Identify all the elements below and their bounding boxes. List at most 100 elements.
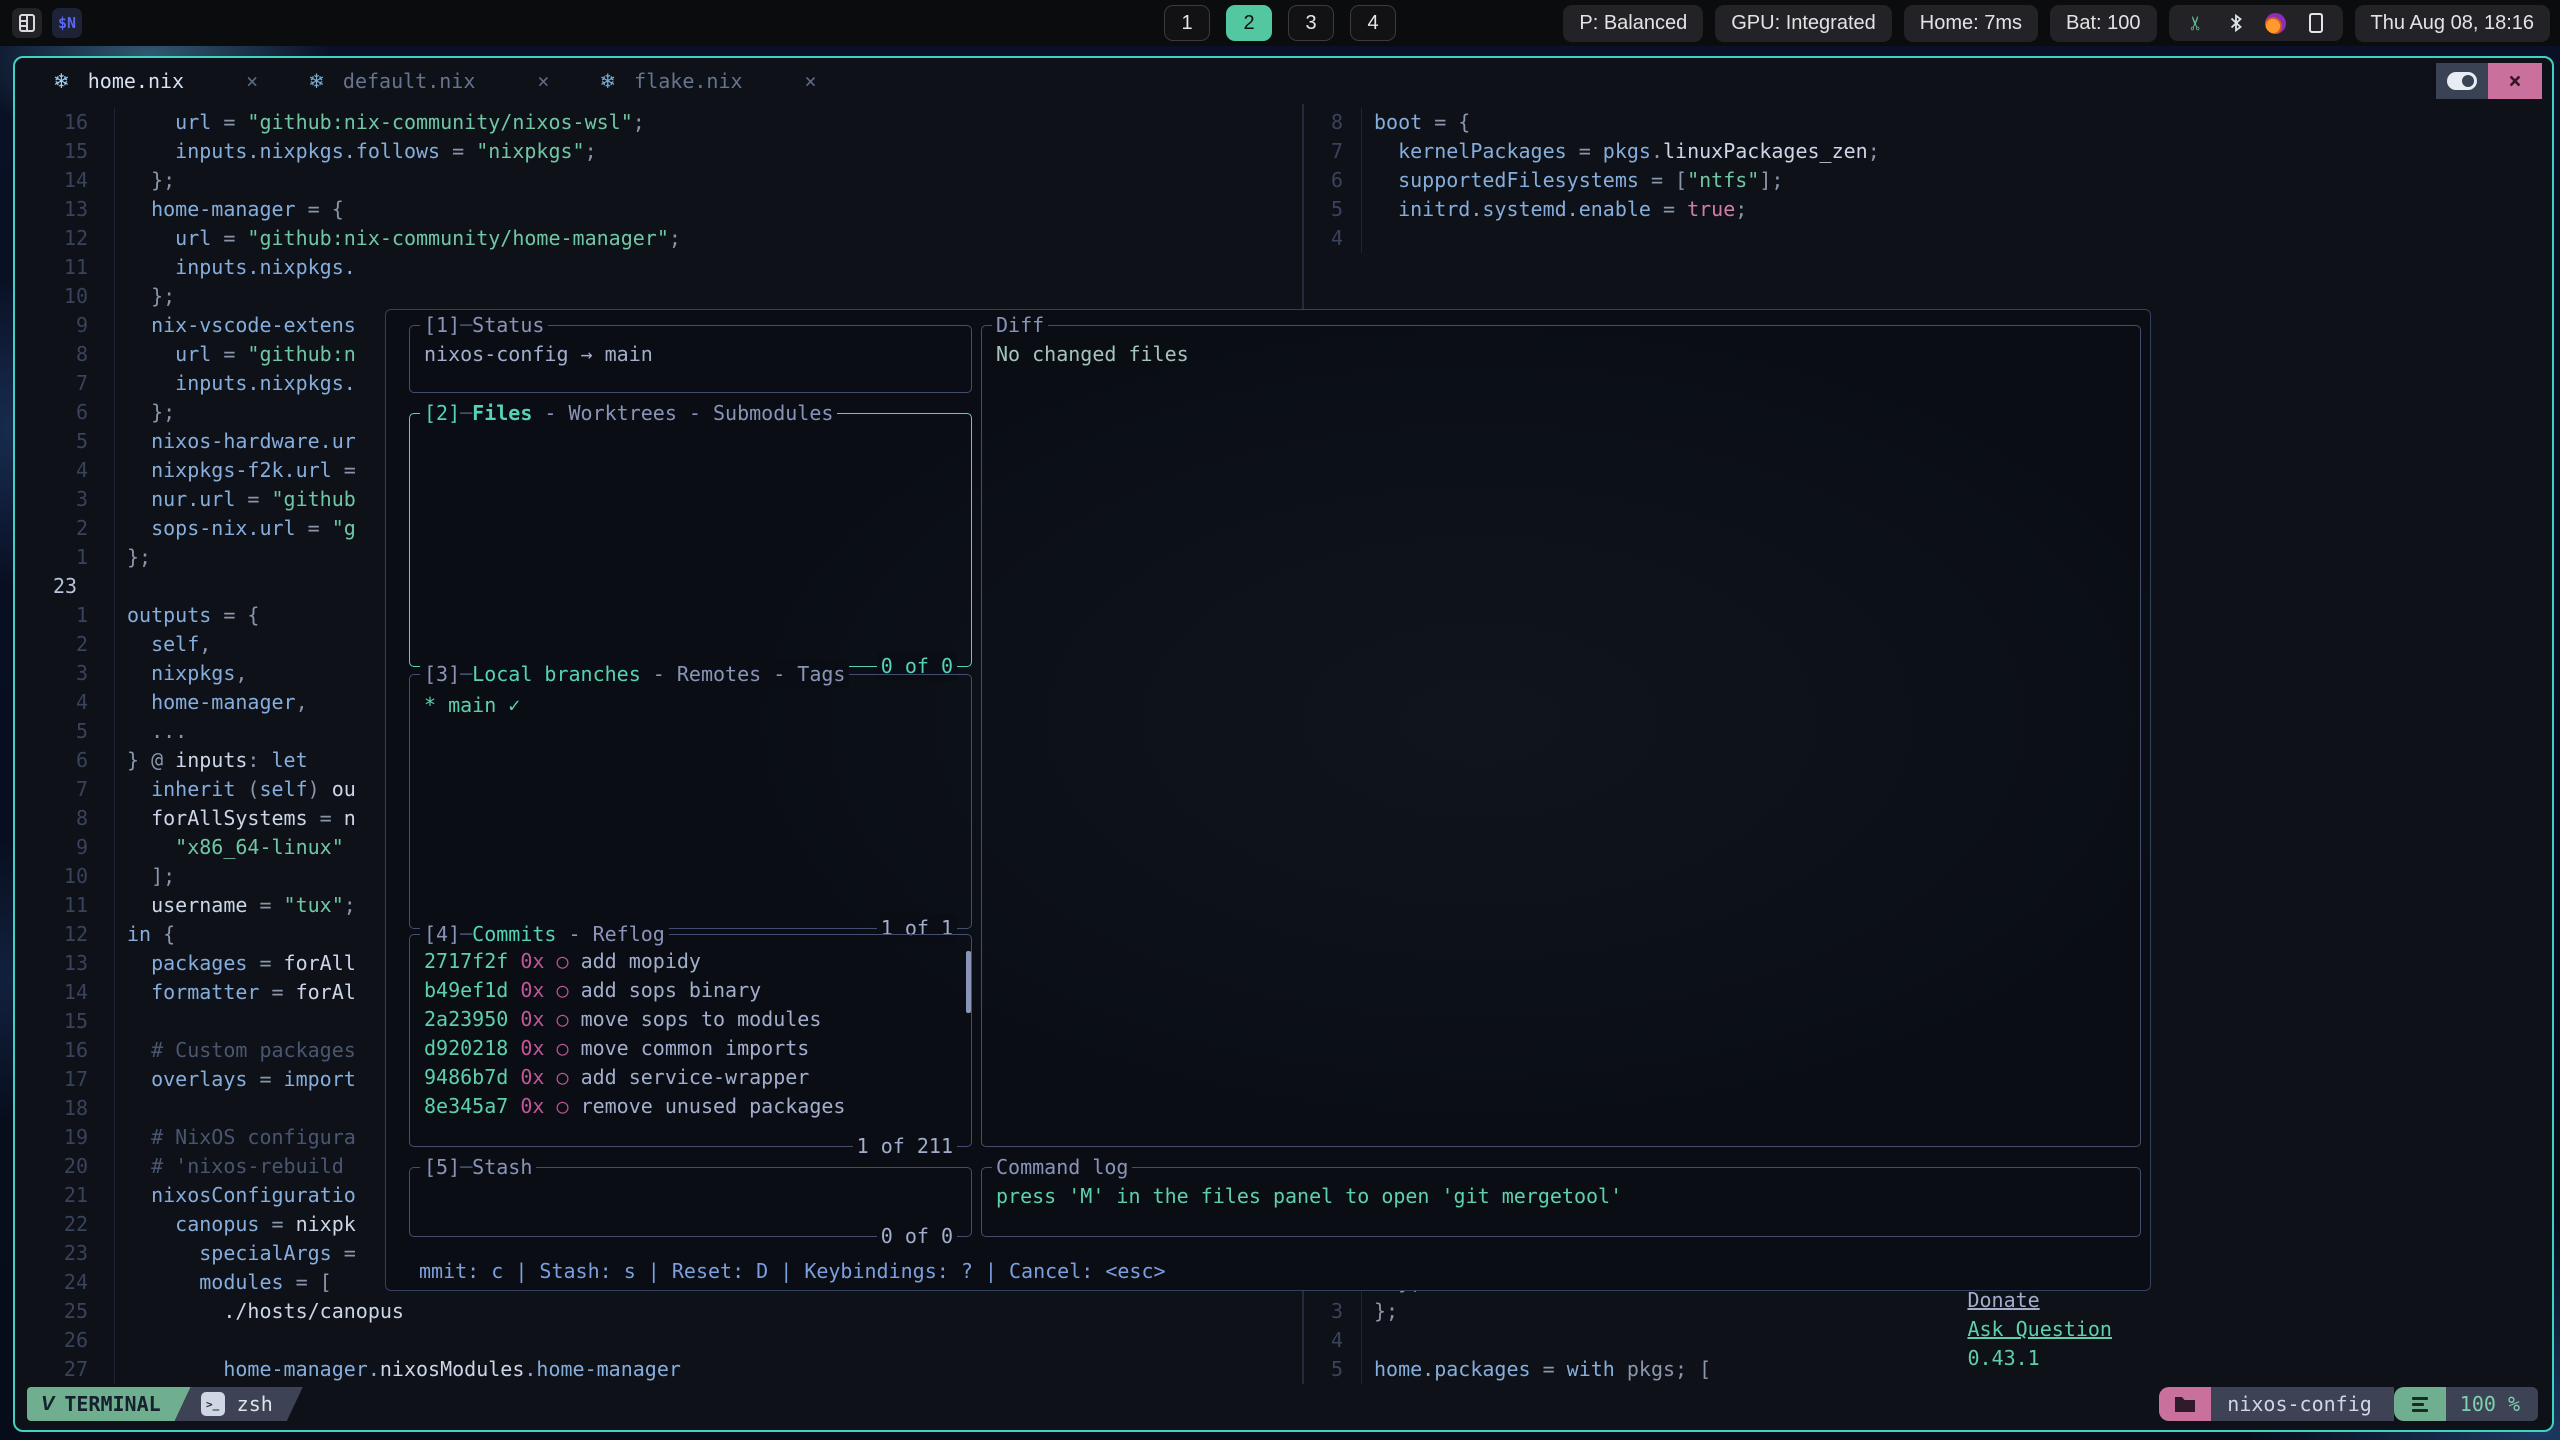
window-close-button[interactable]: × — [2488, 63, 2542, 99]
line-number: 3 — [1304, 1297, 1362, 1326]
lazygit-diff-panel[interactable]: Diff No changed files — [981, 325, 2141, 1147]
line-text: }; — [127, 398, 175, 427]
code-line[interactable]: 13 home-manager = { — [15, 195, 1302, 224]
workspace-button-2[interactable]: 2 — [1226, 5, 1272, 41]
commit-row[interactable]: 8e345a7 0x ○ remove unused packages — [424, 1092, 957, 1121]
code-line[interactable]: 25 ./hosts/canopus — [15, 1297, 1302, 1326]
line-text: packages = forAll — [127, 949, 356, 978]
workspace-button-1[interactable]: 1 — [1164, 5, 1210, 41]
line-number: 8 — [15, 340, 115, 369]
line-text: nix-vscode-extens — [127, 311, 356, 340]
list-segment — [2394, 1387, 2446, 1421]
code-line[interactable]: 27 home-manager.nixosModules.home-manage… — [15, 1355, 1302, 1384]
status-pill-2: Home: 7ms — [1904, 5, 2038, 42]
line-text: nixpkgs-f2k.url = — [127, 456, 356, 485]
code-line[interactable]: 26 — [15, 1326, 1302, 1355]
line-text: ]; — [127, 862, 175, 891]
line-number: 9 — [15, 833, 115, 862]
line-number: 15 — [15, 137, 115, 166]
code-line[interactable]: 4 — [1304, 224, 2552, 253]
phone-icon[interactable] — [2305, 12, 2327, 34]
workspace-button-3[interactable]: 3 — [1288, 5, 1334, 41]
line-number: 6 — [15, 746, 115, 775]
commit-row[interactable]: b49ef1d 0x ○ add sops binary — [424, 976, 957, 1005]
line-text: nur.url = "github — [127, 485, 356, 514]
line-number: 9 — [15, 311, 115, 340]
line-text: }; — [127, 543, 151, 572]
line-number: 14 — [15, 978, 115, 1007]
lazygit-version: 0.43.1 — [1967, 1346, 2039, 1370]
keybinding-hints: mmit: c | Stash: s | Reset: D | Keybindi… — [419, 1257, 1166, 1285]
code-line[interactable]: 10 }; — [15, 282, 1302, 311]
commit-row[interactable]: d920218 0x ○ move common imports — [424, 1034, 957, 1063]
tab-flake.nix[interactable]: ❄ flake.nix × — [591, 69, 828, 93]
line-text: } @ inputs: let — [127, 746, 308, 775]
commit-row[interactable]: 2717f2f 0x ○ add mopidy — [424, 947, 957, 976]
code-line[interactable]: 11 inputs.nixpkgs. — [15, 253, 1302, 282]
lazygit-stash-panel[interactable]: [5]─Stash 0 of 0 — [409, 1167, 972, 1237]
line-number: 16 — [15, 1036, 115, 1065]
line-number: 7 — [15, 369, 115, 398]
line-number: 2 — [15, 630, 115, 659]
line-number: 24 — [15, 1268, 115, 1297]
network-icon[interactable]: ✂ — [2185, 12, 2207, 34]
line-text: sops-nix.url = "g — [127, 514, 356, 543]
code-line[interactable]: 15 inputs.nixpkgs.follows = "nixpkgs"; — [15, 137, 1302, 166]
lazygit-files-panel[interactable]: [2]─Files - Worktrees - Submodules 0 of … — [409, 413, 972, 667]
ask-question-link[interactable]: Ask Question — [1967, 1317, 2112, 1341]
line-text: url = "github:n — [127, 340, 356, 369]
donate-link[interactable]: Donate — [1967, 1288, 2039, 1312]
system-tray: ✂ — [2169, 5, 2343, 41]
line-text: }; — [127, 166, 175, 195]
mode-icon: V — [41, 1393, 54, 1416]
line-text: modules = [ — [127, 1268, 332, 1297]
tab-close-icon[interactable]: × — [242, 69, 262, 93]
line-text: inputs.nixpkgs. — [127, 369, 356, 398]
commit-row[interactable]: 9486b7d 0x ○ add service-wrapper — [424, 1063, 957, 1092]
scroll-progress: 100 % — [2446, 1387, 2538, 1421]
line-number: 3 — [15, 659, 115, 688]
line-text: self, — [127, 630, 211, 659]
diff-content: No changed files — [982, 326, 2140, 369]
line-text: nixos-hardware.ur — [127, 427, 356, 456]
tab-close-icon[interactable]: × — [533, 69, 553, 93]
lazygit-status-panel[interactable]: [1]─Status nixos-config → main — [409, 325, 972, 393]
lazygit-branches-panel[interactable]: [3]─Local branches - Remotes - Tags * ma… — [409, 674, 972, 929]
workspace-button-4[interactable]: 4 — [1350, 5, 1396, 41]
lazygit-commits-panel[interactable]: [4]─Commits - Reflog 2717f2f 0x ○ add mo… — [409, 934, 972, 1147]
line-number: 19 — [15, 1123, 115, 1152]
statusline: V TERMINAL >_ zsh nixos-config 100 % — [15, 1384, 2552, 1424]
session-badge[interactable]: $N — [52, 8, 82, 38]
code-line[interactable]: 12 url = "github:nix-community/home-mana… — [15, 224, 1302, 253]
line-text: # 'nixos-rebuild — [127, 1152, 344, 1181]
code-line[interactable]: 7 kernelPackages = pkgs.linuxPackages_ze… — [1304, 137, 2552, 166]
line-text: }; — [1374, 1297, 1398, 1326]
commit-row[interactable]: 2a23950 0x ○ move sops to modules — [424, 1005, 957, 1034]
line-number: 26 — [15, 1326, 115, 1355]
code-line[interactable]: 5 initrd.systemd.enable = true; — [1304, 195, 2552, 224]
tab-home.nix[interactable]: ❄home.nix× — [45, 69, 270, 93]
line-number: 10 — [15, 862, 115, 891]
tab-close-icon[interactable]: × — [801, 69, 821, 93]
line-text: formatter = forAl — [127, 978, 356, 1007]
bluetooth-icon[interactable] — [2225, 12, 2247, 34]
window-toggle-button[interactable] — [2436, 63, 2488, 99]
tab-default.nix[interactable]: ❄default.nix× — [300, 69, 561, 93]
line-text: outputs = { — [127, 601, 259, 630]
shell-label: zsh — [237, 1392, 273, 1416]
nix-snowflake-icon: ❄ — [599, 69, 616, 93]
code-line[interactable]: 14 }; — [15, 166, 1302, 195]
tab-label: flake.nix — [634, 69, 742, 93]
line-number: 11 — [15, 253, 115, 282]
line-number: 10 — [15, 282, 115, 311]
code-line[interactable]: 8boot = { — [1304, 108, 2552, 137]
code-line[interactable]: 6 supportedFilesystems = ["ntfs"]; — [1304, 166, 2552, 195]
lazygit-command-log-panel[interactable]: Command log press 'M' in the files panel… — [981, 1167, 2141, 1237]
code-line[interactable]: 16 url = "github:nix-community/nixos-wsl… — [15, 108, 1302, 137]
app-launcher-button[interactable] — [12, 8, 42, 38]
line-number: 5 — [1304, 1355, 1362, 1384]
line-text: home-manager = { — [127, 195, 344, 224]
firefox-icon[interactable] — [2265, 12, 2287, 34]
line-number: 6 — [15, 398, 115, 427]
commits-scrollbar[interactable] — [966, 951, 971, 1013]
